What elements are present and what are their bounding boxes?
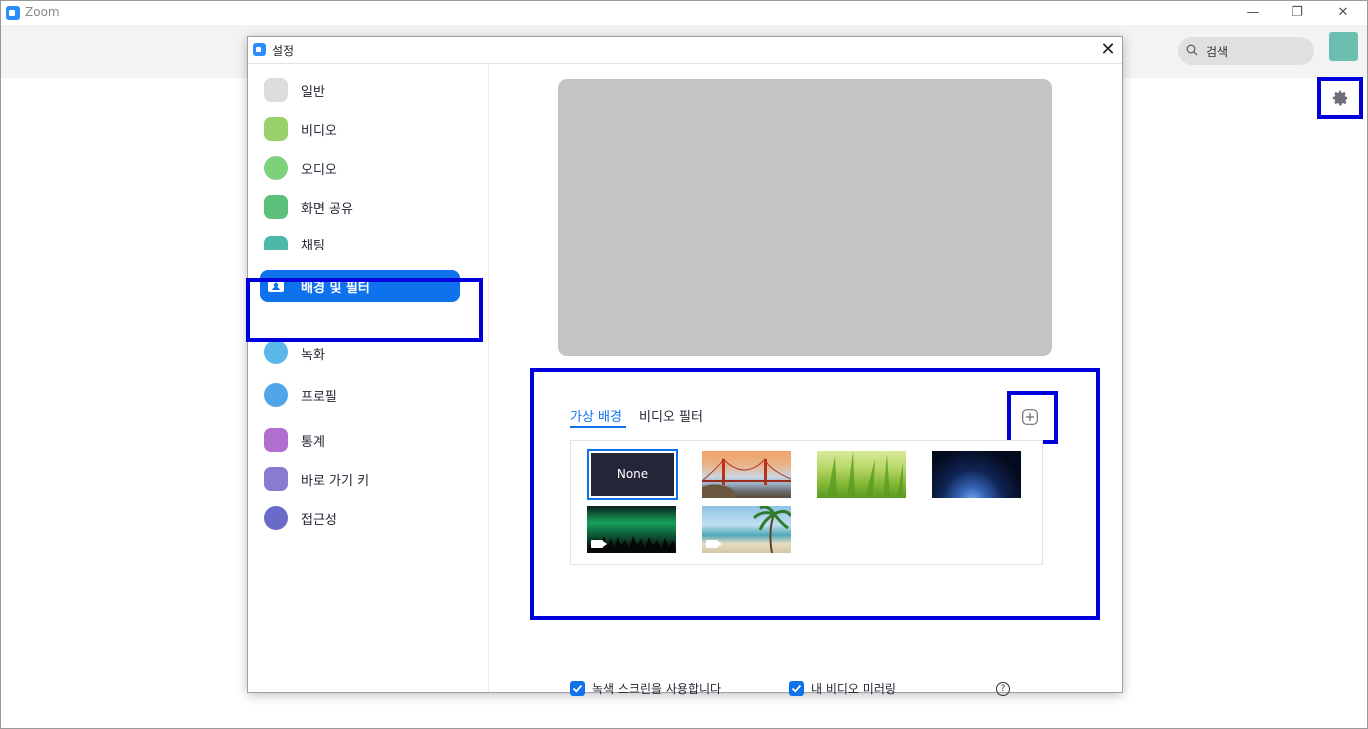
search-input[interactable]: 검색 <box>1178 37 1314 65</box>
sidebar-item-shortcuts[interactable]: 바로 가기 키 <box>260 463 460 495</box>
sidebar-item-general[interactable]: 일반 <box>260 74 460 106</box>
mirror-video-label: 내 비디오 미러링 <box>811 682 896 696</box>
sidebar-item-audio[interactable]: 오디오 <box>260 152 460 184</box>
tab-video-filter[interactable]: 비디오 필터 <box>639 406 703 425</box>
green-screen-label: 녹색 스크린을 사용합니다 <box>592 682 722 696</box>
active-tab-indicator <box>570 426 626 428</box>
sidebar-item-share-screen[interactable]: 화면 공유 <box>260 191 460 223</box>
sidebar-item-label: 통계 <box>301 435 325 450</box>
sidebar-item-stats[interactable]: 통계 <box>260 424 460 456</box>
tab-virtual-background[interactable]: 가상 배경 <box>570 406 622 425</box>
settings-sidebar: 일반 비디오 오디오 화면 공유 채팅 배경 및 필터 녹화 프로필 통계 바로… <box>246 64 489 692</box>
background-settings-panel: 가상 배경 비디오 필터 None 녹색 스크린을 사용합니다 ? 내 비디오 … <box>490 64 1122 696</box>
background-thumbnail-golden-gate[interactable] <box>702 451 791 498</box>
zoom-main-window: Zoom — ❐ ✕ 검색 설정 ✕ 일반 비디오 오디오 화면 공유 채팅 배… <box>0 0 1368 729</box>
sidebar-item-label: 바로 가기 키 <box>301 474 370 489</box>
sidebar-item-profile[interactable]: 프로필 <box>260 346 460 407</box>
stats-icon <box>264 428 288 452</box>
background-thumbnail-none[interactable]: None <box>587 449 678 500</box>
accessibility-icon <box>264 506 288 530</box>
video-icon <box>706 540 722 548</box>
mirror-video-checkbox[interactable] <box>789 681 804 696</box>
video-preview <box>558 79 1052 356</box>
maximize-button[interactable]: ❐ <box>1283 3 1311 23</box>
chat-icon <box>264 236 288 250</box>
sidebar-item-label: 비디오 <box>301 124 337 139</box>
thumbnail-label: None <box>591 453 674 496</box>
background-thumbnail-earth[interactable] <box>932 451 1021 498</box>
keyboard-icon <box>264 467 288 491</box>
sidebar-item-label: 채팅 <box>301 239 325 250</box>
window-titlebar: Zoom — ❐ ✕ <box>1 1 1367 25</box>
close-dialog-button[interactable]: ✕ <box>1096 38 1120 62</box>
settings-button[interactable] <box>1317 77 1363 119</box>
sidebar-item-label: 화면 공유 <box>301 202 353 217</box>
video-icon <box>591 540 607 548</box>
headphones-icon <box>264 156 288 180</box>
avatar[interactable] <box>1329 32 1358 61</box>
sidebar-item-label: 프로필 <box>301 390 337 405</box>
search-icon <box>1186 44 1198 56</box>
add-background-button[interactable] <box>1022 409 1038 425</box>
sidebar-item-accessibility[interactable]: 접근성 <box>260 502 460 534</box>
settings-dialog: 설정 ✕ 일반 비디오 오디오 화면 공유 채팅 배경 및 필터 녹화 프로필 … <box>246 36 1123 696</box>
search-placeholder: 검색 <box>1206 45 1229 59</box>
sidebar-item-video[interactable]: 비디오 <box>260 113 460 145</box>
background-thumbnail-grass[interactable] <box>817 451 906 498</box>
sidebar-item-label: 오디오 <box>301 163 337 178</box>
zoom-logo-icon <box>253 43 266 56</box>
window-title: Zoom <box>25 5 60 19</box>
close-window-button[interactable]: ✕ <box>1329 3 1357 23</box>
highlight-box <box>246 278 483 342</box>
sidebar-item-label: 일반 <box>301 85 325 100</box>
highlight-box <box>1007 391 1058 444</box>
gear-icon <box>1332 90 1348 106</box>
dialog-title: 설정 <box>272 44 295 58</box>
zoom-logo-icon <box>6 6 20 20</box>
background-thumbnail-aurora[interactable] <box>587 506 676 553</box>
green-screen-checkbox[interactable] <box>570 681 585 696</box>
sidebar-item-label: 접근성 <box>301 513 337 528</box>
profile-icon <box>264 383 288 407</box>
dialog-titlebar: 설정 ✕ <box>248 37 1122 64</box>
video-camera-icon <box>264 117 288 141</box>
share-screen-icon <box>264 195 288 219</box>
background-thumbnail-beach[interactable] <box>702 506 791 553</box>
help-icon[interactable]: ? <box>996 682 1010 696</box>
sidebar-item-chat[interactable]: 채팅 <box>260 230 460 250</box>
background-thumbnail-grid: None <box>570 440 1043 565</box>
minimize-button[interactable]: — <box>1239 3 1267 23</box>
gear-icon <box>264 78 288 102</box>
